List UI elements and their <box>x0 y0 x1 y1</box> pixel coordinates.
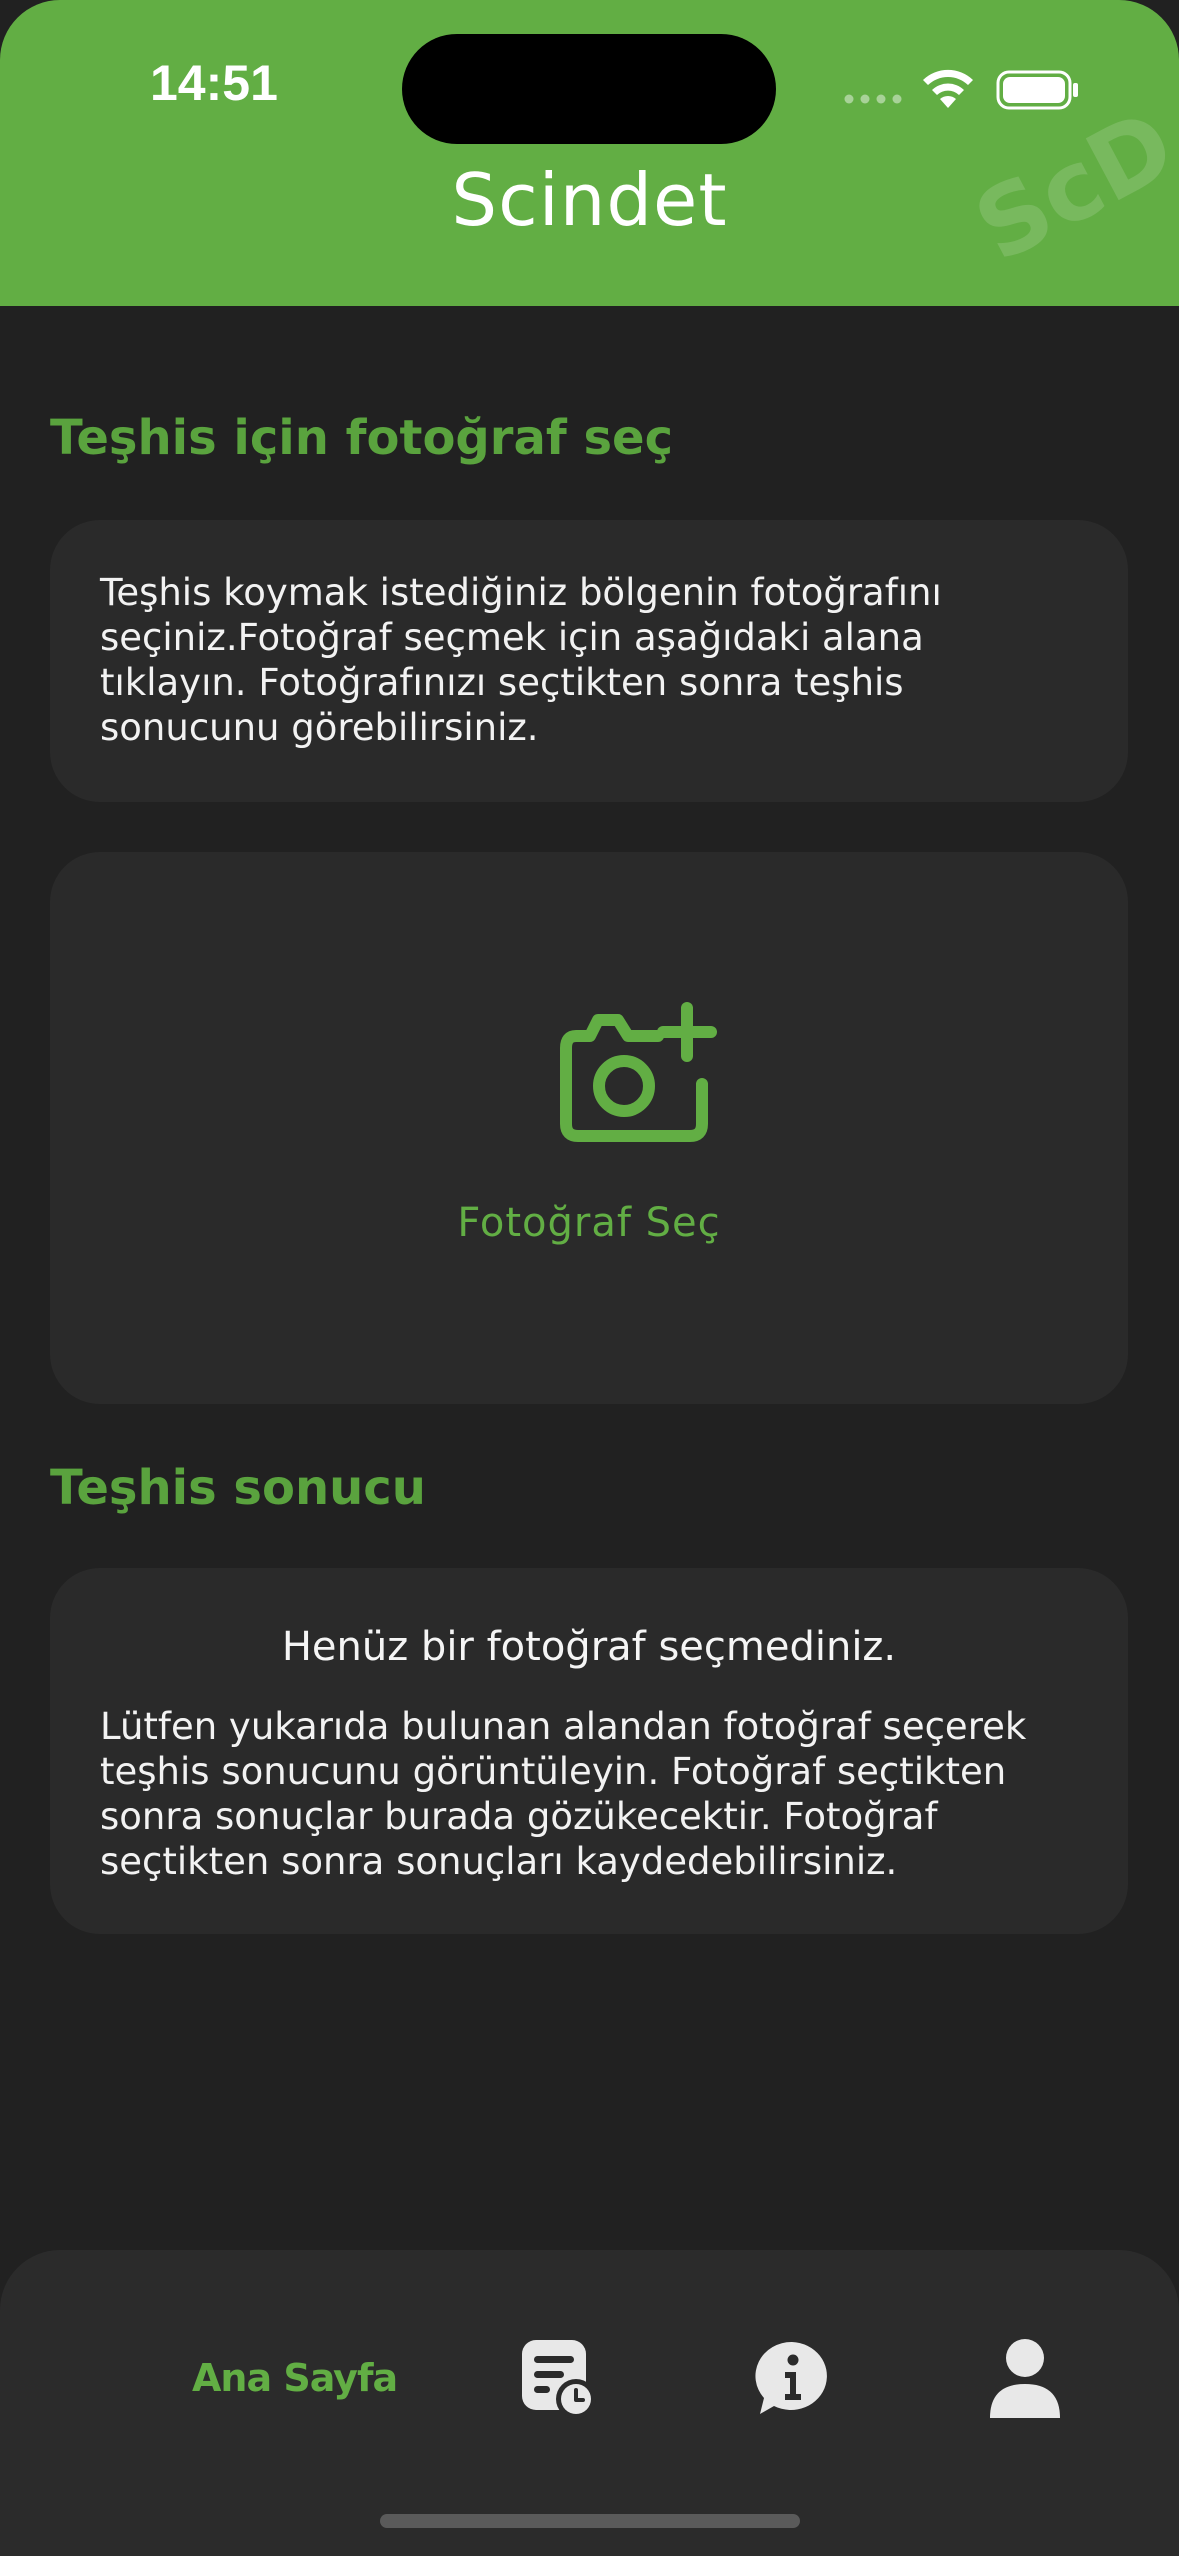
picker-label: Fotoğraf Seç <box>457 1200 721 1246</box>
wifi-icon <box>923 69 973 108</box>
status-time: 14:51 <box>150 55 278 111</box>
logo-watermark: ScD <box>957 88 1179 284</box>
profile-icon <box>990 2339 1060 2418</box>
result-heading: Henüz bir fotoğraf seçmediniz. <box>281 1624 897 1670</box>
result-text: Lütfen yukarıda bulunan alandan fotoğraf… <box>100 1705 1027 1883</box>
camera-add-icon <box>560 1002 717 1142</box>
home-indicator <box>380 2514 800 2528</box>
instruction-card: Teşhis koymak istediğiniz bölgenin fotoğ… <box>50 520 1128 802</box>
result-card: Henüz bir fotoğraf seçmediniz. Lütfen yu… <box>50 1568 1128 1934</box>
photo-picker[interactable]: Fotoğraf Seç <box>50 852 1128 1404</box>
tab-history[interactable] <box>520 2338 598 2420</box>
info-icon <box>755 2341 827 2414</box>
tab-profile[interactable] <box>988 2338 1062 2420</box>
battery-icon <box>996 70 1078 110</box>
tab-home-label: Ana Sayfa <box>192 2356 398 2400</box>
result-section-title: Teşhis sonucu <box>50 1460 426 1516</box>
history-icon <box>522 2340 596 2419</box>
dynamic-island <box>402 34 776 144</box>
instruction-text: Teşhis koymak istediğiniz bölgenin fotoğ… <box>100 571 942 749</box>
tab-info[interactable] <box>754 2340 830 2418</box>
signal-icon <box>844 94 902 104</box>
select-section-title: Teşhis için fotoğraf seç <box>50 410 674 466</box>
bottom-tab-bar: Ana Sayfa <box>0 2250 1179 2556</box>
app-header: 14:51 Scindet ScD <box>0 0 1179 306</box>
